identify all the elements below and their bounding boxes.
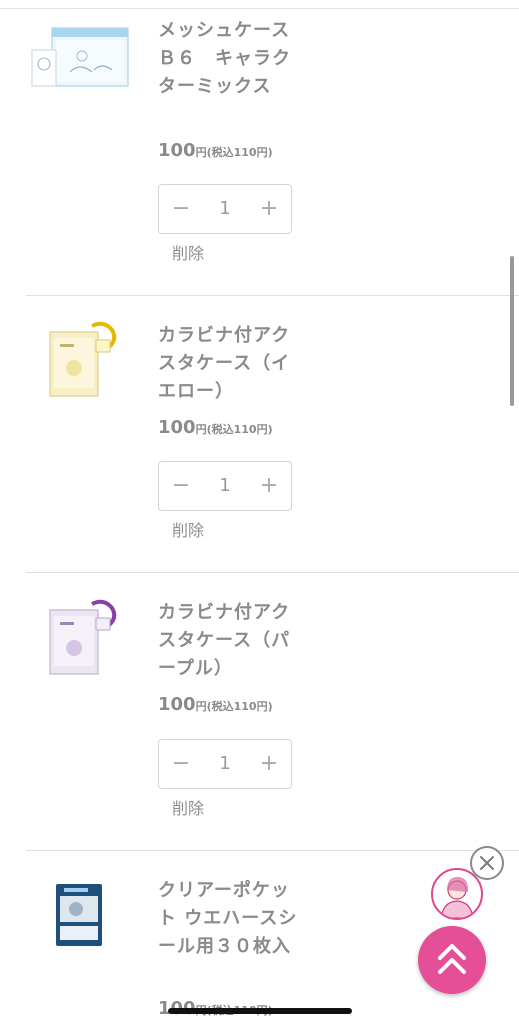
price-value: 100 — [158, 140, 196, 161]
increase-button[interactable]: + — [247, 185, 291, 233]
quantity-value[interactable]: 1 — [203, 740, 247, 788]
price-unit: 円 — [195, 700, 207, 713]
decrease-button[interactable]: − — [159, 462, 203, 510]
item-name[interactable]: メッシュケース Ｂ６ キャラクターミックス — [158, 17, 308, 101]
price-value: 100 — [158, 417, 196, 438]
decrease-button[interactable]: − — [159, 185, 203, 233]
item-divider — [26, 850, 519, 851]
item-name[interactable]: カラビナ付アクスタケース（イエロー） — [158, 322, 298, 406]
quantity-stepper: − 1 + — [158, 739, 292, 789]
item-price: 100円(税込110円) — [158, 417, 273, 438]
delete-link[interactable]: 削除 — [172, 240, 204, 264]
mesh-case-image[interactable] — [30, 26, 130, 96]
item-price: 100円(税込110円) — [158, 694, 273, 715]
top-divider — [0, 8, 519, 9]
quantity-value[interactable]: 1 — [203, 185, 247, 233]
yellow-case-image[interactable] — [40, 320, 140, 397]
quantity-stepper: − 1 + — [158, 184, 292, 234]
tax-note: (税込110円) — [206, 423, 273, 436]
item-divider — [26, 572, 519, 573]
item-price: 100円(税込110円) — [158, 140, 273, 161]
quantity-value[interactable]: 1 — [203, 462, 247, 510]
price-unit: 円 — [195, 423, 207, 436]
home-indicator — [168, 1008, 352, 1014]
increase-button[interactable]: + — [247, 740, 291, 788]
item-divider — [26, 295, 519, 296]
delete-link[interactable]: 削除 — [172, 795, 204, 819]
increase-button[interactable]: + — [247, 462, 291, 510]
price-value: 100 — [158, 694, 196, 715]
item-name[interactable]: クリアーポケット ウエハースシール用３０枚入 — [158, 877, 298, 961]
tax-note: (税込110円) — [206, 700, 273, 713]
tax-note: (税込110円) — [206, 146, 273, 159]
delete-link[interactable]: 削除 — [172, 517, 204, 541]
price-unit: 円 — [195, 146, 207, 159]
page-scrollbar[interactable] — [510, 256, 514, 406]
clear-pocket-image[interactable] — [50, 882, 150, 952]
support-avatar-icon[interactable] — [431, 868, 483, 920]
decrease-button[interactable]: − — [159, 740, 203, 788]
quantity-stepper: − 1 + — [158, 461, 292, 511]
double-chevron-up-icon[interactable] — [418, 926, 486, 994]
item-name[interactable]: カラビナ付アクスタケース（パープル） — [158, 599, 298, 683]
purple-case-image[interactable] — [40, 598, 140, 675]
